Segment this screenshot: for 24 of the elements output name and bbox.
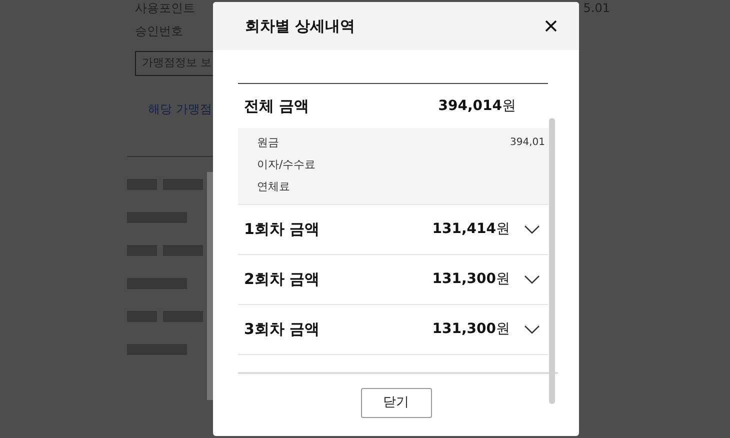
chevron-down-icon: [524, 275, 540, 284]
installment-amount: 131,300원: [432, 320, 510, 339]
installment-label: 1회차 금액: [244, 219, 321, 240]
installment-label: 3회차 금액: [244, 319, 321, 340]
close-button[interactable]: [543, 18, 559, 34]
close-button[interactable]: 닫기: [360, 388, 432, 418]
breakdown-value: 394,01: [510, 136, 545, 150]
breakdown-label: 이자/수수료: [257, 157, 316, 173]
breakdown-label: 원금: [257, 135, 279, 151]
installment-row[interactable]: 1회차 금액 131,414원: [238, 205, 548, 255]
chevron-down-icon: [524, 225, 540, 234]
installment-amount: 131,300원: [432, 270, 510, 289]
total-label: 전체 금액: [244, 96, 310, 117]
close-icon: [545, 20, 557, 32]
installment-label: 2회차 금액: [244, 269, 321, 290]
total-amount: 394,014원: [438, 96, 516, 116]
installment-row[interactable]: 2회차 금액 131,300원: [238, 255, 548, 305]
scrollbar[interactable]: [207, 172, 213, 400]
scrollbar[interactable]: [549, 118, 555, 404]
installment-amount: 131,414원: [432, 220, 510, 239]
chevron-down-icon: [524, 325, 540, 334]
installment-row[interactable]: 3회차 금액 131,300원: [238, 305, 548, 355]
dialog-title: 회차별 상세내역: [245, 16, 356, 37]
breakdown-label: 연체료: [257, 179, 290, 195]
